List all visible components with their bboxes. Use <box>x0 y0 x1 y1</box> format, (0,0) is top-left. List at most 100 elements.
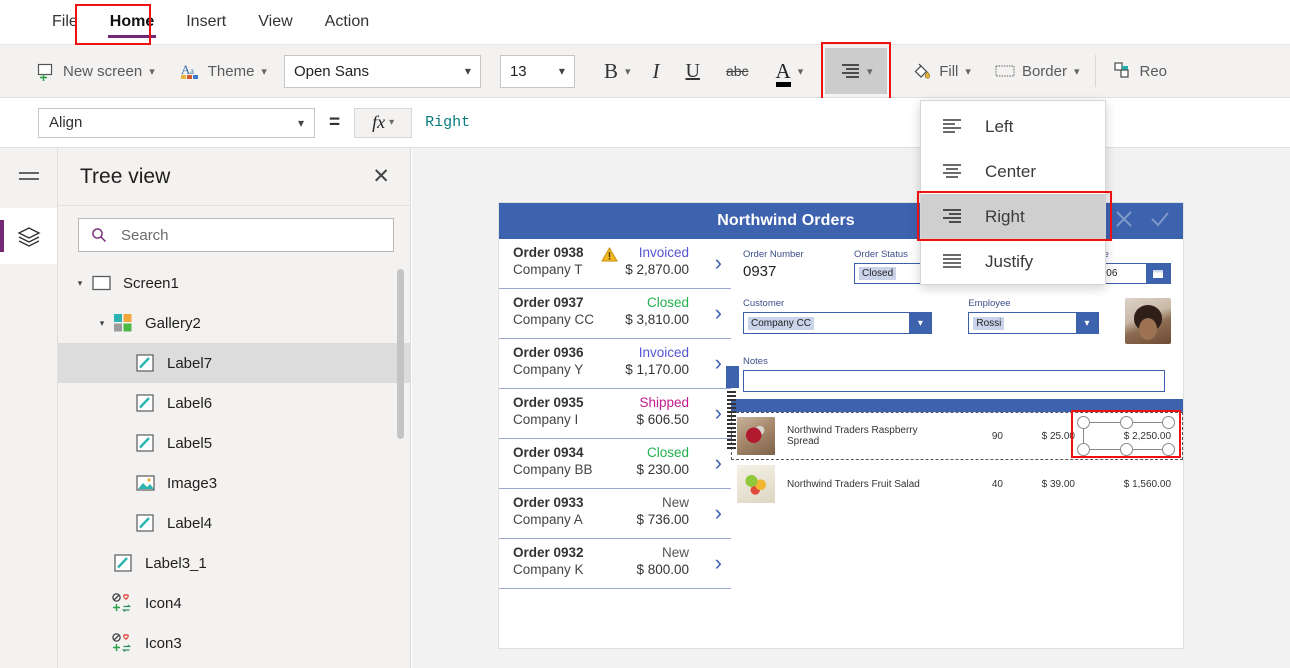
expand-arrow-icon[interactable]: ▾ <box>72 278 88 289</box>
reorder-button[interactable]: Reo <box>1106 49 1175 93</box>
hamburger-menu-button[interactable] <box>0 148 57 208</box>
font-size-select[interactable]: 13 ▾ <box>499 54 575 88</box>
order-company: Company I <box>513 412 579 427</box>
font-family-select[interactable]: Open Sans ▾ <box>283 54 481 88</box>
align-option-right[interactable]: Right <box>917 191 1112 241</box>
close-icon[interactable]: ✕ <box>372 166 390 187</box>
menu-item-action[interactable]: Action <box>309 0 385 45</box>
menu-item-file[interactable]: File <box>36 0 94 45</box>
property-select[interactable]: Align ▾ <box>38 107 315 138</box>
save-check-icon[interactable] <box>1149 208 1171 235</box>
fx-button[interactable]: fx ▾ <box>354 107 413 138</box>
chevron-down-icon[interactable]: ▾ <box>909 313 932 333</box>
employee-select[interactable]: Rossi ▾ <box>968 312 1099 334</box>
order-amount: $ 230.00 <box>636 462 689 477</box>
chevron-right-icon[interactable]: › <box>715 402 722 424</box>
chevron-right-icon[interactable]: › <box>715 302 722 324</box>
tree-item-label6[interactable]: Label6 <box>58 383 410 423</box>
chevron-right-icon[interactable]: › <box>715 502 722 524</box>
order-status: New <box>661 545 689 560</box>
tree-item-image3[interactable]: Image3 <box>58 463 410 503</box>
tree-item-label3-1[interactable]: Label3_1 <box>58 543 410 583</box>
font-color-button[interactable]: A ▾ <box>769 49 811 93</box>
order-number: Order 0934 <box>513 445 584 460</box>
property-value: Align <box>49 114 83 131</box>
customer-select[interactable]: Company CC ▾ <box>743 312 933 334</box>
calendar-icon[interactable] <box>1145 263 1170 284</box>
notes-field[interactable] <box>743 370 1165 392</box>
line-item-row[interactable]: Northwind Traders Raspberry Spread 90 $ … <box>731 410 1183 460</box>
new-screen-label: New screen <box>63 62 143 80</box>
tree-item-label4[interactable]: Label4 <box>58 503 410 543</box>
tree-search-box[interactable] <box>78 218 394 252</box>
layers-icon <box>16 224 42 248</box>
line-item-name: Northwind Traders Raspberry Spread <box>787 425 918 447</box>
tree-item-label7[interactable]: Label7 <box>58 343 410 383</box>
date-field[interactable]: 006 <box>1095 263 1171 284</box>
ribbon-toolbar: New screen ▾ A a Theme ▾ Open Sans ▾ 13 <box>0 42 1290 100</box>
line-item-total: $ 1,560.00 <box>1123 478 1171 490</box>
chevron-down-icon: ▾ <box>464 64 471 78</box>
tree-scrollbar[interactable] <box>397 269 404 439</box>
menu-item-home[interactable]: Home <box>94 0 170 45</box>
tree-item-screen1[interactable]: ▾ Screen1 <box>58 263 410 303</box>
underline-button[interactable]: U <box>679 49 707 93</box>
gallery-selection-handle[interactable] <box>726 366 739 388</box>
order-row[interactable]: Order 0937 Closed Company CC $ 3,810.00 … <box>499 289 731 339</box>
text-align-button[interactable]: ▾ <box>825 48 888 94</box>
tree-item-label5[interactable]: Label5 <box>58 423 410 463</box>
order-row[interactable]: Order 0932 New Company K $ 800.00 › <box>499 539 731 589</box>
tree-item-icon3[interactable]: Icon3 <box>58 623 410 663</box>
new-screen-button[interactable]: New screen ▾ <box>30 49 162 93</box>
align-option-center[interactable]: Center <box>921 149 1105 194</box>
order-company: Company K <box>513 562 584 577</box>
order-row[interactable]: Order 0935 Shipped Company I $ 606.50 › <box>499 389 731 439</box>
chevron-right-icon[interactable]: › <box>715 552 722 574</box>
fill-button[interactable]: Fill ▾ <box>905 49 978 93</box>
theme-icon: A a <box>180 62 201 80</box>
align-option-justify[interactable]: Justify <box>921 239 1105 284</box>
strikethrough-button[interactable]: abc <box>719 49 756 93</box>
menu-item-insert[interactable]: Insert <box>170 0 242 45</box>
formula-input[interactable] <box>412 107 1290 138</box>
order-number: Order 0936 <box>513 345 584 360</box>
search-input[interactable] <box>119 225 381 245</box>
order-status: Invoiced <box>638 345 689 360</box>
align-option-left[interactable]: Left <box>921 104 1105 149</box>
italic-button[interactable]: I <box>646 49 667 93</box>
order-row[interactable]: Order 0934 Closed Company BB $ 230.00 › <box>499 439 731 489</box>
expand-arrow-icon[interactable]: ▾ <box>94 318 110 329</box>
fruit-salad-thumb <box>737 465 775 503</box>
theme-button[interactable]: A a Theme ▾ <box>174 49 274 93</box>
cancel-icon[interactable] <box>1113 208 1135 235</box>
bold-button[interactable]: B ▾ <box>597 49 638 93</box>
icons-icon <box>110 593 136 613</box>
selection-handles[interactable] <box>1077 416 1175 456</box>
chevron-right-icon[interactable]: › <box>715 252 722 274</box>
ribbon-separator <box>1094 55 1096 87</box>
chevron-right-icon[interactable]: › <box>715 352 722 374</box>
gallery-selection-edge <box>727 391 736 449</box>
order-number-value: 0937 <box>743 263 777 280</box>
tree-item-label: Gallery2 <box>145 314 201 332</box>
label-icon <box>110 554 136 572</box>
line-items-gallery: Northwind Traders Raspberry Spread 90 $ … <box>731 410 1183 648</box>
tree-item-gallery2[interactable]: ▾ Gallery2 <box>58 303 410 343</box>
order-row[interactable]: Order 0933 New Company A $ 736.00 › <box>499 489 731 539</box>
new-screen-icon <box>37 62 56 81</box>
tree-view-header: Tree view ✕ <box>58 148 410 206</box>
menu-item-label: Home <box>109 13 155 30</box>
tree-item-icon4[interactable]: Icon4 <box>58 583 410 623</box>
menu-item-view[interactable]: View <box>242 0 308 45</box>
border-button[interactable]: Border ▾ <box>988 49 1087 93</box>
order-row[interactable]: Order 0938 Invoiced Company T $ 2,870.00… <box>499 239 731 289</box>
tree-view-rail-button[interactable] <box>0 208 57 264</box>
label-icon <box>132 394 158 412</box>
line-item-row[interactable]: Northwind Traders Fruit Salad 40 $ 39.00… <box>731 460 1183 508</box>
active-tab-underline <box>107 34 157 38</box>
chevron-right-icon[interactable]: › <box>715 452 722 474</box>
chevron-down-icon[interactable]: ▾ <box>1076 313 1098 333</box>
order-row[interactable]: Order 0936 Invoiced Company Y $ 1,170.00… <box>499 339 731 389</box>
chevron-down-icon: ▾ <box>149 65 155 78</box>
fx-label: fx <box>372 112 386 132</box>
